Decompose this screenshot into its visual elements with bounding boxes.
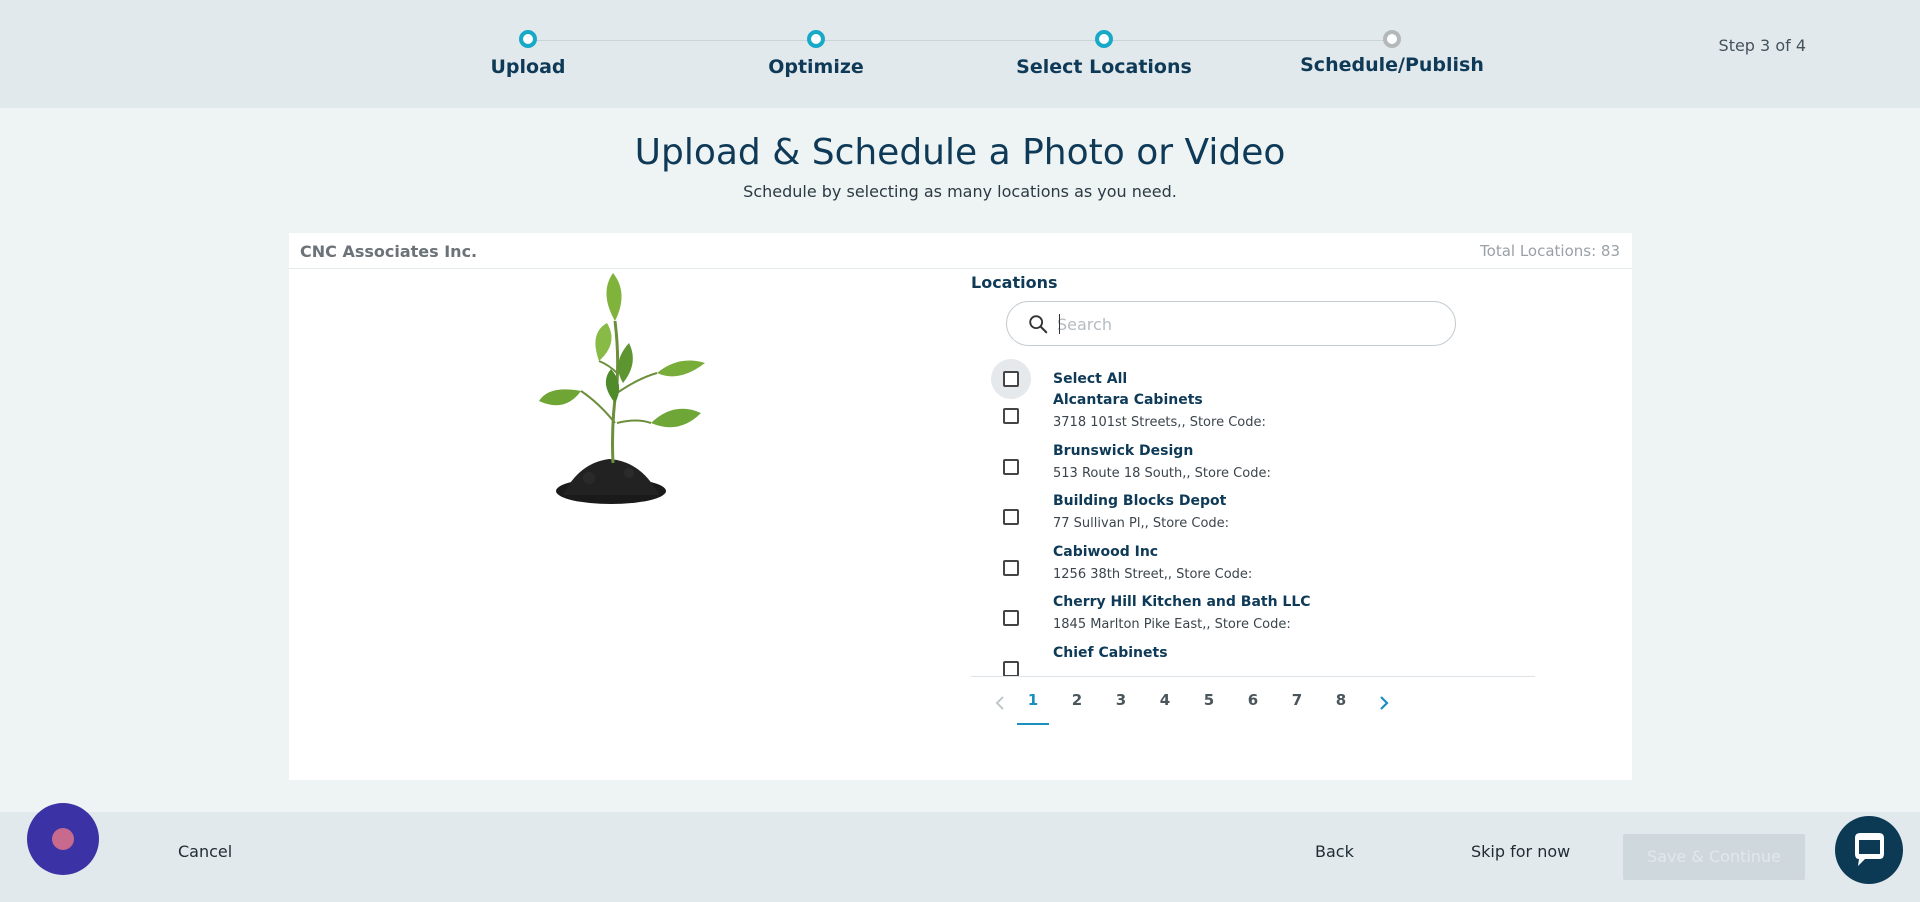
location-address: 3718 101st Streets,, Store Code: [1053, 415, 1266, 430]
pagination: 1 2 3 4 5 6 7 8 [991, 691, 1411, 725]
location-checkbox-wrap[interactable] [991, 497, 1031, 537]
list-item[interactable]: Chief Cabinets [971, 645, 1535, 676]
chevron-left-icon[interactable] [991, 693, 1011, 713]
location-checkbox-wrap[interactable] [991, 447, 1031, 487]
page-7[interactable]: 7 [1281, 691, 1313, 709]
step-dot-complete [519, 30, 537, 48]
location-checkbox[interactable] [1003, 661, 1019, 676]
step-dot-current [1095, 30, 1113, 48]
skip-button[interactable]: Skip for now [1471, 842, 1570, 861]
footer-bar: Cancel Back Skip for now Save & Continue [0, 812, 1920, 902]
location-checkbox[interactable] [1003, 560, 1019, 576]
card-header: CNC Associates Inc. Total Locations: 83 [289, 233, 1632, 269]
step-dot-complete [807, 30, 825, 48]
page-6[interactable]: 6 [1237, 691, 1269, 709]
text-cursor [1059, 314, 1060, 334]
locations-title: Locations [971, 273, 1058, 292]
chat-icon [1855, 833, 1884, 866]
step-select-locations: Select Locations [974, 30, 1234, 78]
page-title: Upload & Schedule a Photo or Video [634, 132, 1286, 173]
page-4[interactable]: 4 [1149, 691, 1181, 709]
location-checkbox-wrap[interactable] [991, 396, 1031, 436]
select-all-label[interactable]: Select All [1053, 371, 1127, 387]
save-continue-button[interactable]: Save & Continue [1623, 834, 1805, 880]
location-checkbox[interactable] [1003, 509, 1019, 525]
search-icon [1029, 315, 1048, 334]
location-card: CNC Associates Inc. Total Locations: 83 … [289, 233, 1632, 780]
step-label: Upload [490, 56, 566, 78]
location-checkbox-wrap[interactable] [991, 548, 1031, 588]
step-count: Step 3 of 4 [1718, 36, 1806, 55]
select-all-checkbox[interactable] [1003, 371, 1019, 387]
location-name: Cherry Hill Kitchen and Bath LLC [1053, 594, 1311, 610]
list-item[interactable]: Alcantara Cabinets 3718 101st Streets,, … [971, 392, 1535, 443]
location-address: 1845 Marlton Pike East,, Store Code: [1053, 617, 1291, 632]
active-page-indicator [1017, 723, 1049, 725]
location-address: 77 Sullivan Pl,, Store Code: [1053, 516, 1230, 531]
back-button[interactable]: Back [1315, 842, 1354, 861]
total-locations: Total Locations: 83 [1480, 242, 1620, 260]
location-name: Brunswick Design [1053, 443, 1194, 459]
location-checkbox[interactable] [1003, 408, 1019, 424]
location-checkbox[interactable] [1003, 459, 1019, 475]
media-preview-plant [539, 273, 705, 504]
page-5[interactable]: 5 [1193, 691, 1225, 709]
step-dot-pending [1383, 30, 1401, 48]
location-address: 513 Route 18 South,, Store Code: [1053, 466, 1271, 481]
page-1[interactable]: 1 [1017, 691, 1049, 709]
location-checkbox[interactable] [1003, 610, 1019, 626]
step-optimize: Optimize [686, 30, 946, 78]
step-schedule-publish: Schedule/Publish [1262, 30, 1522, 76]
assistant-dot [52, 828, 74, 850]
list-item[interactable]: Building Blocks Depot 77 Sullivan Pl,, S… [971, 493, 1535, 544]
list-item[interactable]: Brunswick Design 513 Route 18 South,, St… [971, 443, 1535, 494]
page-2[interactable]: 2 [1061, 691, 1093, 709]
cancel-button[interactable]: Cancel [178, 842, 232, 861]
locations-list[interactable]: Select All Alcantara Cabinets 3718 101st… [971, 359, 1535, 677]
page-8[interactable]: 8 [1325, 691, 1357, 709]
assistant-bubble-icon[interactable] [27, 803, 99, 875]
location-name: Alcantara Cabinets [1053, 392, 1203, 408]
location-checkbox-wrap[interactable] [991, 649, 1031, 676]
location-checkbox-wrap[interactable] [991, 598, 1031, 638]
page-subtitle: Schedule by selecting as many locations … [743, 182, 1177, 201]
location-name: Building Blocks Depot [1053, 493, 1227, 509]
page-3[interactable]: 3 [1105, 691, 1137, 709]
location-name: Chief Cabinets [1053, 645, 1168, 661]
step-label: Optimize [768, 56, 864, 78]
location-address: 1256 38th Street,, Store Code: [1053, 567, 1253, 582]
company-name: CNC Associates Inc. [300, 242, 478, 261]
search-input[interactable] [1057, 310, 1437, 338]
location-name: Cabiwood Inc [1053, 544, 1159, 560]
chevron-right-icon[interactable] [1373, 693, 1393, 713]
step-label: Select Locations [1016, 56, 1192, 78]
step-label: Schedule/Publish [1300, 54, 1484, 76]
search-box[interactable] [1006, 301, 1456, 346]
progress-stepper: Upload Optimize Select Locations Schedul… [0, 0, 1920, 108]
step-upload: Upload [398, 30, 658, 78]
chat-launcher[interactable] [1835, 816, 1903, 884]
list-item[interactable]: Cherry Hill Kitchen and Bath LLC 1845 Ma… [971, 594, 1535, 645]
list-item[interactable]: Cabiwood Inc 1256 38th Street,, Store Co… [971, 544, 1535, 595]
